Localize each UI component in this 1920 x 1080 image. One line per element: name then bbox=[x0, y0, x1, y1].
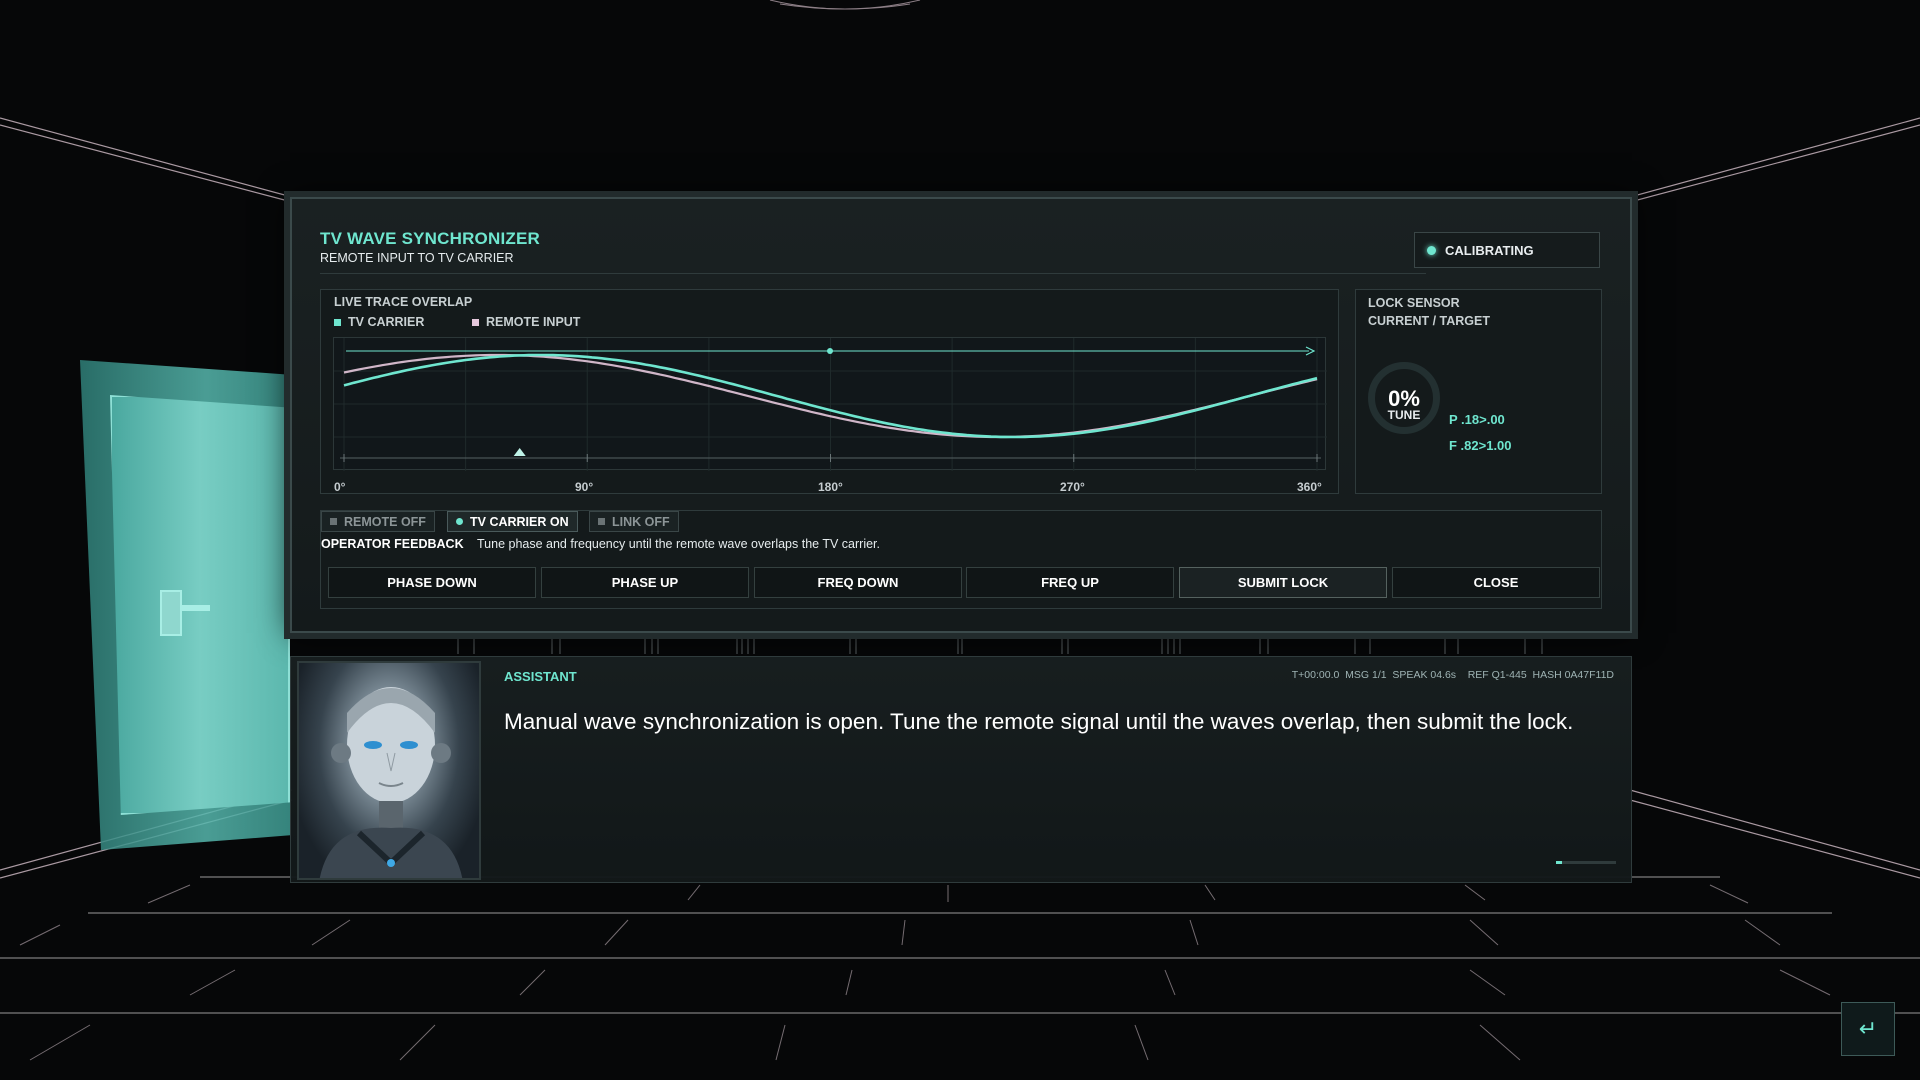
legend-swatch-icon bbox=[472, 318, 479, 326]
freq-down-button[interactable]: FREQ DOWN bbox=[754, 567, 962, 598]
enter-icon: ↵ bbox=[1858, 1016, 1878, 1041]
legend-label: TV CARRIER bbox=[348, 315, 425, 329]
dialog-message: Manual wave synchronization is open. Tun… bbox=[504, 709, 1574, 734]
wave-plot-svg bbox=[334, 338, 1327, 471]
panel-title: TV WAVE SYNCHRONIZER bbox=[320, 229, 540, 248]
door-handle-bar bbox=[180, 605, 210, 611]
android-portrait-icon bbox=[319, 687, 463, 878]
submit-lock-button[interactable]: SUBMIT LOCK bbox=[1179, 567, 1387, 598]
tick-label-360: 360° bbox=[1297, 480, 1322, 494]
phase-up-button[interactable]: PHASE UP bbox=[541, 567, 749, 598]
sensor-subtitle: CURRENT / TARGET bbox=[1368, 314, 1490, 328]
toggle-label: REMOTE OFF bbox=[344, 514, 426, 529]
legend-tv-carrier: TV CARRIER bbox=[334, 315, 424, 329]
wave-plot bbox=[333, 337, 1327, 471]
toggle-label: TV CARRIER ON bbox=[470, 514, 569, 529]
speak-progress-fill bbox=[1556, 861, 1562, 864]
operator-feedback-text: Tune phase and frequency until the remot… bbox=[477, 537, 881, 551]
door-handle[interactable] bbox=[160, 590, 182, 636]
phase-down-button[interactable]: PHASE DOWN bbox=[328, 567, 536, 598]
legend-swatch-icon bbox=[334, 318, 341, 326]
toggle-label: LINK OFF bbox=[612, 514, 670, 529]
toggle-indicator-icon bbox=[330, 518, 337, 525]
toggle-indicator-icon bbox=[598, 518, 605, 525]
tick-label-270: 270° bbox=[1060, 480, 1085, 494]
toggle-indicator-icon bbox=[456, 518, 463, 525]
status-badge: CALIBRATING bbox=[1414, 232, 1600, 268]
tick-label-0: 0° bbox=[334, 480, 346, 494]
tick-label-90: 90° bbox=[575, 480, 594, 494]
speaker-name: ASSISTANT bbox=[504, 669, 577, 684]
wave-synchronizer-panel: TV WAVE SYNCHRONIZER REMOTE INPUT TO TV … bbox=[290, 197, 1632, 633]
phase-readout: P .18>.00 bbox=[1449, 412, 1505, 427]
operator-feedback-label: OPERATOR FEEDBACK bbox=[321, 537, 464, 551]
live-trace-box: LIVE TRACE OVERLAP TV CARRIER REMOTE INP… bbox=[320, 289, 1339, 494]
trace-title: LIVE TRACE OVERLAP bbox=[334, 295, 473, 309]
title-divider bbox=[320, 273, 1426, 274]
legend-label: REMOTE INPUT bbox=[486, 315, 581, 329]
freq-up-button[interactable]: FREQ UP bbox=[966, 567, 1174, 598]
android-portrait bbox=[297, 661, 481, 880]
controls-box: REMOTE OFF TV CARRIER ON LINK OFF OPERAT… bbox=[320, 510, 1602, 609]
toggle-tv-carrier[interactable]: TV CARRIER ON bbox=[447, 511, 578, 532]
reference-dot bbox=[827, 348, 833, 354]
freq-readout: F .82>1.00 bbox=[1449, 438, 1512, 453]
legend-remote-input: REMOTE INPUT bbox=[472, 315, 580, 329]
status-dot-icon bbox=[1427, 245, 1436, 255]
status-text: CALIBRATING bbox=[1445, 242, 1534, 258]
tune-label: TUNE bbox=[1387, 408, 1421, 422]
toggle-link[interactable]: LINK OFF bbox=[589, 511, 679, 532]
panel-subtitle: REMOTE INPUT TO TV CARRIER bbox=[320, 251, 514, 265]
sensor-title: LOCK SENSOR bbox=[1368, 296, 1460, 310]
close-button[interactable]: CLOSE bbox=[1392, 567, 1600, 598]
dialog-box: ASSISTANT T+00:00.0 MSG 1/1 SPEAK 04.6s … bbox=[290, 656, 1632, 883]
message-meta: T+00:00.0 MSG 1/1 SPEAK 04.6s REF Q1-445… bbox=[1291, 669, 1614, 681]
enter-button[interactable]: ↵ bbox=[1841, 1002, 1895, 1056]
lock-sensor-box: LOCK SENSOR CURRENT / TARGET 0% TUNE P .… bbox=[1355, 289, 1602, 494]
toggle-remote[interactable]: REMOTE OFF bbox=[321, 511, 435, 532]
phase-marker-icon bbox=[513, 448, 526, 456]
tick-label-180: 180° bbox=[818, 480, 843, 494]
speak-progress bbox=[1556, 861, 1616, 864]
